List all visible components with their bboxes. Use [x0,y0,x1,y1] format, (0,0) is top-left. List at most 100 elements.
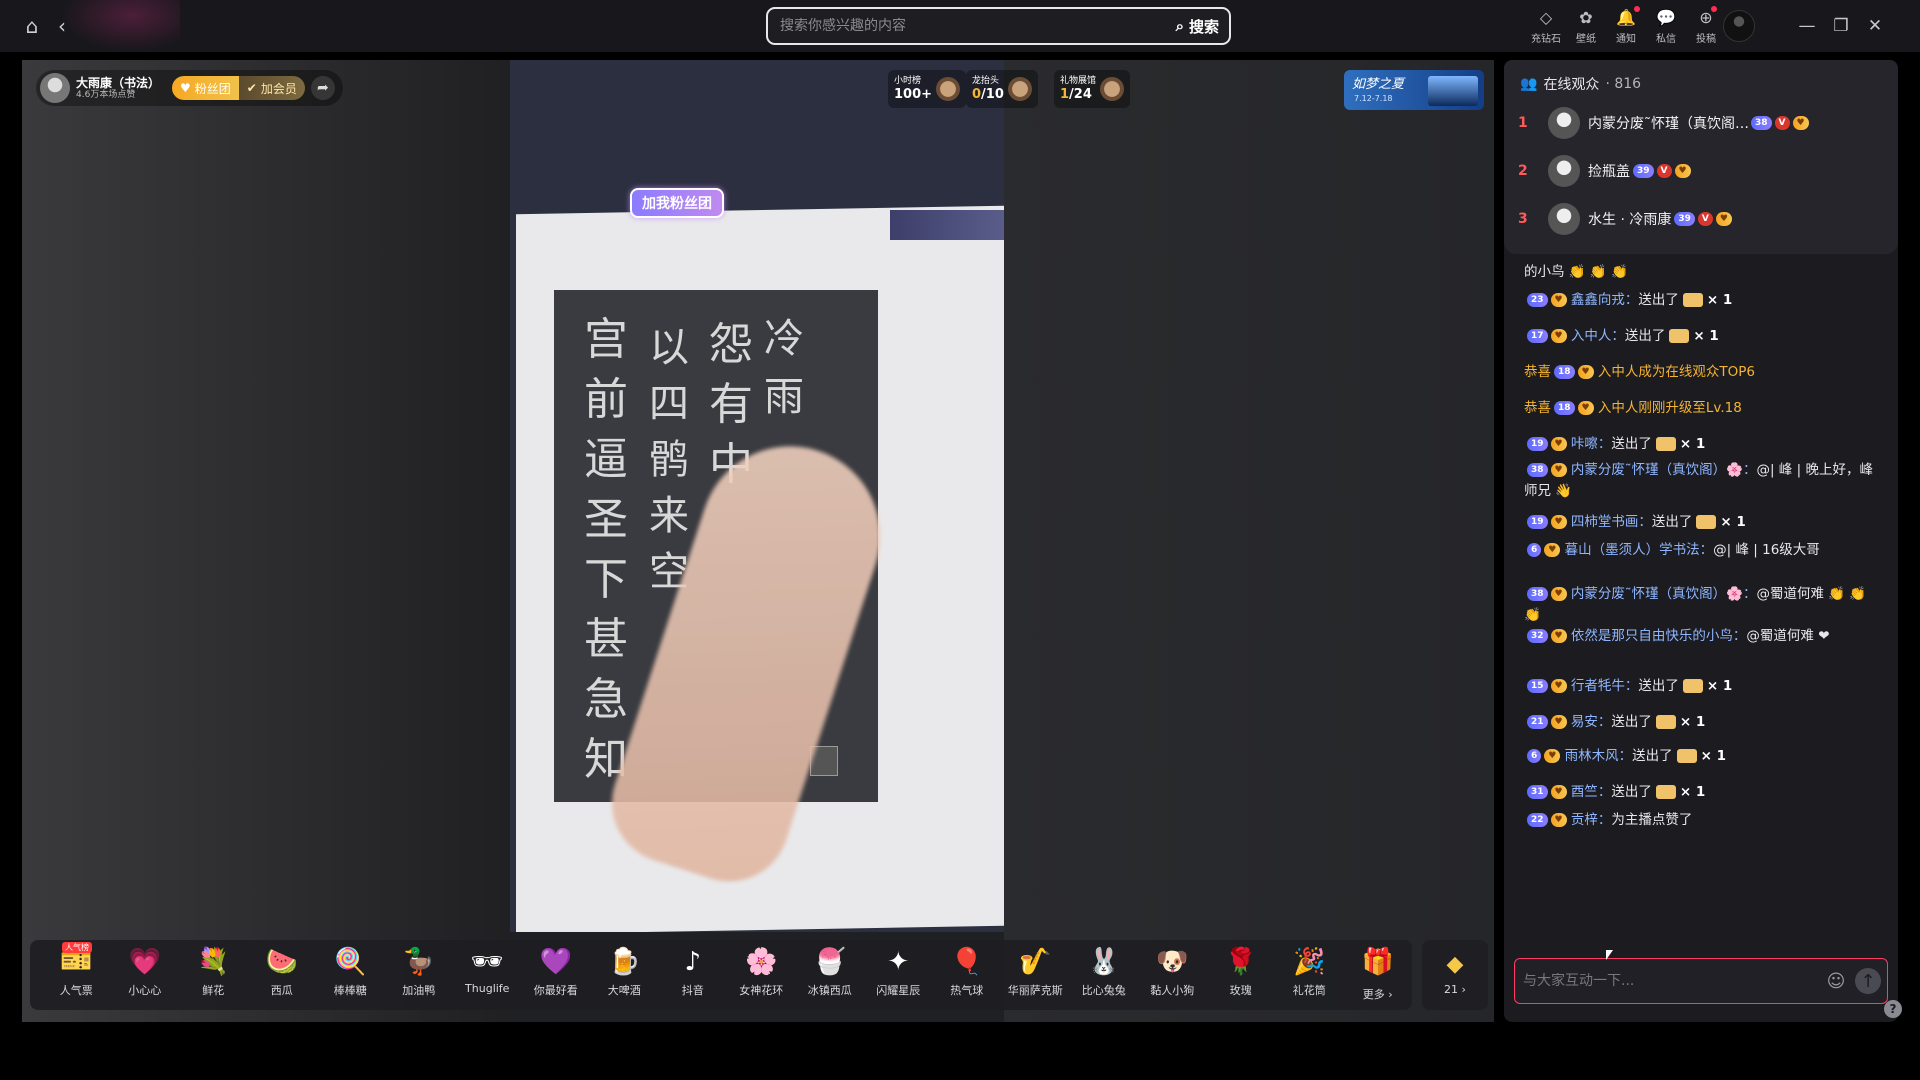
gift-flower[interactable]: 💐 鲜花 [179,940,248,1010]
close-icon[interactable]: ✕ [1863,14,1887,38]
chat-message[interactable]: 31 ♥ 酉竺：送出了 × 1 [1524,782,1884,803]
gift-rabbit[interactable]: 🐰 比心兔兔 [1070,940,1139,1010]
chat-message[interactable]: 恭喜 18 ♥ 入中人成为在线观众TOP6 [1524,362,1884,383]
gift-heart[interactable]: 💗 小心心 [111,940,180,1010]
minimize-icon[interactable]: — [1795,14,1819,38]
top-audience-row[interactable]: 2 捡瓶盖 39 V ♥ [1518,148,1884,194]
chat-message[interactable]: 6 ♥ 雨林木风：送出了 × 1 [1524,746,1884,767]
top-audience-row[interactable]: 3 水生 · 冷雨康 39 V ♥ [1518,196,1884,242]
gift-quantity: × 1 [1679,714,1706,730]
chat-user[interactable]: 鑫鑫向戎： [1571,292,1639,308]
toolbar-wallpaper[interactable]: ✿ 壁纸 [1566,6,1606,48]
chat-message[interactable]: 19 ♥ 四柿堂书画：送出了 × 1 [1524,512,1884,533]
chat-list[interactable]: 的小鸟 👏 👏 👏 23 ♥ 鑫鑫向戎：送出了 × 1 17 ♥ 入中人：送出了 × 1 恭喜… [1524,254,1886,954]
fan-club-label: 粉丝团 [194,81,231,96]
avatar[interactable] [1548,107,1580,139]
gift-duck[interactable]: 🦆 加油鸭 [385,940,454,1010]
gift-rose[interactable]: 🌹 玫瑰 [1207,940,1276,1010]
search-button-label: 搜索 [1188,17,1219,36]
chat-message[interactable]: 6 ♥ 暮山（墨须人）学书法：@| 峰 | 16级大哥 [1524,540,1884,561]
gift-saxophone[interactable]: 🎷 华丽萨克斯 [1001,940,1070,1010]
toolbar-message[interactable]: 💬 私信 [1646,6,1686,48]
search-input[interactable] [768,9,1166,43]
fan-badge: ♥ [1550,785,1567,799]
gift-gallery[interactable]: 礼物展馆 1/24 [1054,70,1131,108]
chat-message[interactable]: 22 ♥ 贡梓：为主播点赞了 [1524,810,1884,831]
chat-message[interactable]: 19 ♥ 咔嚓：送出了 × 1 [1524,434,1884,455]
toolbar-upload[interactable]: ⊕ 投稿 [1686,6,1726,48]
gift-douyin[interactable]: ♪ 抖音 [659,940,728,1010]
gift-balloon[interactable]: 🎈 热气球 [933,940,1002,1010]
gift-lollipop[interactable]: 🍭 棒棒糖 [316,940,385,1010]
chat-user[interactable]: 易安： [1571,714,1612,730]
toolbar-bell[interactable]: 🔔 通知 [1606,6,1646,48]
dragon-rank[interactable]: 龙抬头 0/10 [966,70,1038,108]
gift-icon [1655,437,1676,451]
chat-user[interactable]: 酉竺： [1571,784,1612,800]
gift-gift-box[interactable]: 🎁 更多 › [1344,940,1413,1010]
chat-message[interactable]: 21 ♥ 易安：送出了 × 1 [1524,712,1884,733]
gift-label: 大啤酒 [607,984,641,997]
host-avatar[interactable] [40,73,70,103]
gift-dog[interactable]: 🐶 黏人小狗 [1138,940,1207,1010]
chat-user[interactable]: 四柿堂书画： [1571,514,1652,530]
chat-user[interactable]: 咔嚓： [1571,436,1612,452]
chat-user[interactable]: 雨林木风： [1565,748,1633,764]
send-button[interactable]: ↑ [1855,968,1881,994]
avatar[interactable] [1548,203,1580,235]
fan-club-button[interactable]: ♥ 粉丝团 [172,76,239,100]
back-icon[interactable]: ‹ [48,12,76,40]
chat-message[interactable]: 的小鸟 👏 👏 👏 [1524,262,1884,283]
toolbar-diamond[interactable]: ◇ 充钻石 [1526,6,1566,48]
gift-wreath[interactable]: 🌸 女神花环 [727,940,796,1010]
chat-user[interactable]: 内蒙分废˜怀瑾（真饮阁）🌸： [1571,586,1757,602]
summer-event-banner[interactable]: 如梦之夏 7.12-7.18 [1344,70,1484,110]
gift-sunglasses[interactable]: 🕶 Thuglife [453,940,522,1010]
level-badge: 19 [1527,515,1548,529]
host-info: 大雨康（书法） 4.6万本场点赞 ♥ 粉丝团 ✔ 加会员 ➦ [36,70,343,106]
chat-user[interactable]: 行者牦牛： [1571,678,1639,694]
chat-input[interactable] [1515,973,1823,989]
gift-star[interactable]: ✦ 闪耀星辰 [864,940,933,1010]
chat-message[interactable]: 23 ♥ 鑫鑫向戎：送出了 × 1 [1524,290,1884,311]
live-video[interactable]: 宫前逼圣下甚急知 以四鹘来空 怨有中 冷雨 加我粉丝团 [510,60,1004,932]
gift-confetti[interactable]: 🎉 礼花筒 [1275,940,1344,1010]
fan-club-sticker[interactable]: 加我粉丝团 [630,188,724,218]
chat-user[interactable]: 依然是那只自由快乐的小鸟： [1571,628,1747,644]
chat-message[interactable]: 38 ♥ 内蒙分废˜怀瑾（真饮阁）🌸：@| 峰 | 晚上好，峰师兄 👋 [1524,460,1884,502]
home-icon[interactable]: ⌂ [18,12,46,40]
chat-message[interactable]: 38 ♥ 内蒙分废˜怀瑾（真饮阁）🌸：@蜀道何难 👏 👏 👏 [1524,584,1884,626]
users-icon: 👥 [1520,76,1538,92]
help-icon[interactable]: ? [1884,1000,1902,1018]
user-avatar[interactable] [1723,10,1755,42]
restore-icon[interactable]: ❐ [1829,14,1853,38]
chat-message[interactable]: 15 ♥ 行者牦牛：送出了 × 1 [1524,676,1884,697]
gift-beer[interactable]: 🍺 大啤酒 [590,940,659,1010]
vip-badge: V [1656,164,1672,178]
fan-badge: ♥ [1577,401,1594,415]
emoji-icon[interactable]: ☺ [1823,968,1849,994]
chat-message[interactable]: 恭喜 18 ♥ 入中人刚刚升级至Lv.18 [1524,398,1884,419]
gift-heart-gift[interactable]: 💜 你最好看 [522,940,591,1010]
diamond-wallet[interactable]: ◆ 21 › [1422,940,1488,1010]
chat-message[interactable]: 17 ♥ 入中人：送出了 × 1 [1524,326,1884,347]
chat-user[interactable]: 入中人： [1571,328,1625,344]
hourly-rank[interactable]: 小时榜 100+ [888,70,967,108]
top-audience-row[interactable]: 1 内蒙分废˜怀瑾（真饮阁… 38 V ♥ [1518,100,1884,146]
host-name[interactable]: 大雨康（书法） [76,76,160,90]
gift-ticket[interactable]: 人气榜 🎫 人气票 [42,940,111,1010]
chat-message[interactable]: 32 ♥ 依然是那只自由快乐的小鸟：@蜀道何难 ❤ [1524,626,1884,647]
share-icon[interactable]: ➦ [310,76,335,100]
avatar[interactable] [1548,155,1580,187]
gift-quantity: × 1 [1679,436,1706,452]
chat-user[interactable]: 贡梓： [1571,812,1612,828]
gift-watermelon[interactable]: 🍉 西瓜 [248,940,317,1010]
online-viewers[interactable]: 👥 在线观众 · 816 [1520,74,1641,94]
search-button[interactable]: ⌕ 搜索 [1166,16,1229,37]
gift-gallery-icon [1100,77,1125,101]
gift-label: 礼花筒 [1292,984,1326,997]
chat-user[interactable]: 内蒙分废˜怀瑾（真饮阁）🌸： [1571,462,1757,478]
gift-iced-watermelon[interactable]: 🍧 冰镇西瓜 [796,940,865,1010]
join-member-button[interactable]: ✔ 加会员 [238,76,305,100]
chat-user[interactable]: 暮山（墨须人）学书法： [1565,542,1714,558]
